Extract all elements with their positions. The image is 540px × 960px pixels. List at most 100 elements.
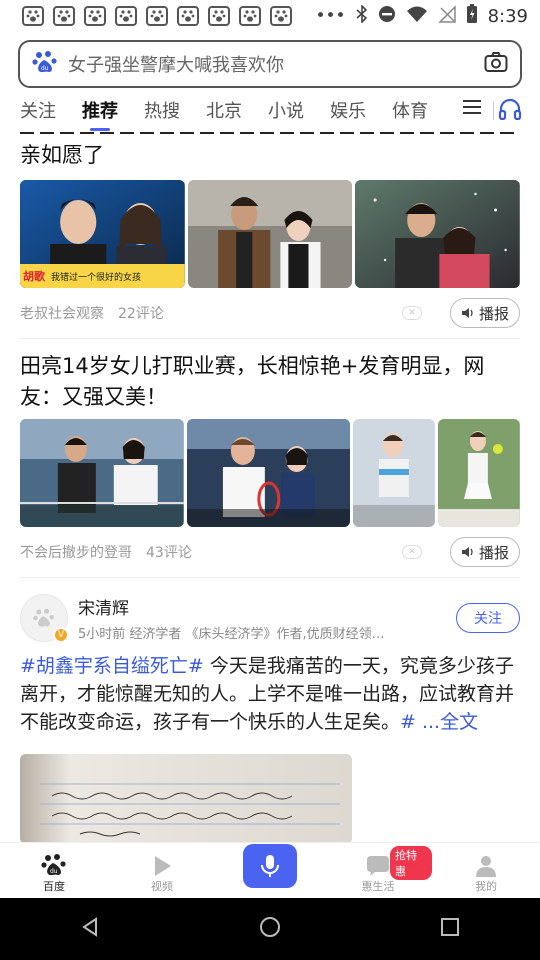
feed-item-title[interactable]: 亲如愿了 — [0, 132, 540, 178]
svg-text:du: du — [41, 65, 49, 72]
dislike-close-icon[interactable]: ✕ — [401, 545, 422, 559]
status-bar: ••• 8:39 — [0, 0, 540, 32]
post-author: V 宋清辉 5小时前 经济学者 《床头经济学》作者,优质财经领… 关注 — [0, 578, 540, 644]
camera-icon[interactable] — [484, 51, 508, 77]
battery-icon — [466, 3, 478, 29]
tab-entertainment[interactable]: 娱乐 — [330, 97, 366, 123]
speaker-icon — [461, 308, 473, 318]
chat-bubble-icon — [367, 856, 389, 876]
tab-hot-search[interactable]: 热搜 — [144, 97, 180, 123]
search-input[interactable]: du 女子强坐警摩大喊我喜欢你 — [18, 40, 522, 88]
microphone-icon — [261, 855, 279, 877]
nav-video[interactable]: 视频 — [108, 843, 216, 898]
voice-search-button[interactable] — [243, 844, 297, 888]
svg-text:du: du — [50, 868, 58, 875]
no-signal-icon — [437, 4, 456, 28]
baidu-paw-icon — [33, 608, 54, 627]
broadcast-button[interactable]: 播报 — [449, 537, 520, 567]
tab-divider — [493, 102, 494, 120]
baidu-notification-icon — [84, 6, 106, 26]
tab-sports[interactable]: 体育 — [392, 97, 428, 123]
baidu-notification-icon — [53, 6, 75, 26]
baidu-notification-icon — [239, 6, 261, 26]
nav-voice-search[interactable] — [216, 843, 324, 898]
tab-beijing[interactable]: 北京 — [206, 97, 242, 123]
full-text-link[interactable]: # ...全文 — [400, 711, 478, 733]
baidu-notification-icon — [115, 6, 137, 26]
menu-icon[interactable] — [462, 98, 482, 120]
nav-label: 惠生活 — [361, 880, 395, 893]
back-icon[interactable] — [79, 916, 101, 942]
do-not-disturb-icon — [378, 5, 396, 28]
tab-recommend[interactable]: 推荐 — [82, 97, 118, 131]
feed-image[interactable] — [355, 180, 521, 288]
tab-follow[interactable]: 关注 — [20, 97, 56, 123]
nav-label: 视频 — [151, 880, 173, 893]
nav-life[interactable]: 抢特惠 惠生活 — [324, 843, 432, 898]
wifi-icon — [406, 5, 428, 28]
avatar[interactable]: V — [20, 594, 69, 643]
caption-name: 胡歌 — [23, 270, 45, 283]
tab-novel[interactable]: 小说 — [268, 97, 304, 123]
feed-item-title-text: 亲如愿了 — [20, 143, 104, 167]
author-name[interactable]: 宋清辉 — [78, 594, 456, 619]
bottom-nav: du 百度 视频 抢特惠 惠生活 我的 — [0, 842, 540, 898]
baidu-logo-icon: du — [32, 49, 58, 79]
post-body[interactable]: #胡鑫宇系自缢死亡# 今天是我痛苦的一天，究竟多少孩子离开，才能惊醒无知的人。上… — [0, 644, 540, 736]
feed-image[interactable] — [187, 180, 353, 288]
comment-count[interactable]: 22评论 — [118, 303, 164, 323]
nav-label: 百度 — [43, 880, 65, 893]
feed-image[interactable] — [353, 419, 436, 527]
source-name[interactable]: 不会后撤步的登哥 — [20, 542, 132, 562]
feed-item-images[interactable] — [0, 419, 540, 527]
feed-item-title[interactable]: 田亮14岁女儿打职业赛，长相惊艳+发育明显，网友：又强又美！ — [0, 339, 540, 419]
feed-item[interactable]: 田亮14岁女儿打职业赛，长相惊艳+发育明显，网友：又强又美！ 不会后撤步的登哥 … — [0, 339, 540, 577]
feed-image[interactable] — [186, 419, 351, 527]
source-name[interactable]: 老叔社会观察 — [20, 303, 104, 323]
baidu-logo-icon: du — [41, 854, 66, 876]
feed-image[interactable]: 胡歌 我错过一个很好的女孩 — [20, 180, 185, 288]
feed-item[interactable]: 亲如愿了 胡歌 我错过一个很好的女孩 老叔社会观察 22评论 ✕ 播报 — [0, 132, 540, 338]
channel-tabs: 关注 推荐 热搜 北京 小说 娱乐 体育 — [0, 88, 540, 132]
bluetooth-icon — [356, 3, 368, 28]
caption-text: 我错过一个很好的女孩 — [51, 272, 142, 283]
nav-me[interactable]: 我的 — [432, 843, 540, 898]
author-meta: 5小时前 经济学者 《床头经济学》作者,优质财经领… — [78, 627, 385, 642]
home-icon[interactable] — [259, 916, 281, 942]
news-feed[interactable]: 亲如愿了 胡歌 我错过一个很好的女孩 老叔社会观察 22评论 ✕ 播报 田亮14… — [0, 132, 540, 842]
baidu-notification-icon — [177, 6, 199, 26]
headphones-icon[interactable] — [498, 98, 522, 124]
person-icon — [476, 856, 496, 877]
search-placeholder: 女子强坐警摩大喊我喜欢你 — [68, 55, 284, 76]
system-navigation-bar — [0, 898, 540, 960]
feed-item-images[interactable]: 胡歌 我错过一个很好的女孩 — [0, 180, 540, 288]
more-notifications-icon: ••• — [315, 6, 346, 26]
dislike-close-icon[interactable]: ✕ — [401, 306, 422, 320]
feed-item-meta: 不会后撤步的登哥 43评论 ✕ 播报 — [0, 527, 540, 577]
video-play-icon — [155, 856, 171, 876]
feed-item-meta: 老叔社会观察 22评论 ✕ 播报 — [0, 288, 540, 338]
speaker-icon — [461, 547, 473, 557]
promo-badge: 抢特惠 — [390, 846, 432, 880]
recents-icon[interactable] — [439, 916, 461, 942]
baidu-notification-icon — [270, 6, 292, 26]
baidu-notification-icon — [208, 6, 230, 26]
hashtag-link[interactable]: #胡鑫宇系自缢死亡# — [20, 655, 204, 677]
follow-button[interactable]: 关注 — [456, 603, 520, 633]
baidu-notification-icon — [22, 6, 44, 26]
image-caption: 胡歌 我错过一个很好的女孩 — [20, 268, 185, 284]
broadcast-button[interactable]: 播报 — [449, 298, 520, 328]
notification-icons — [22, 6, 292, 26]
feed-image[interactable] — [438, 419, 520, 527]
nav-baidu[interactable]: du 百度 — [0, 843, 108, 898]
feed-image[interactable] — [20, 419, 184, 527]
verified-badge-icon: V — [53, 627, 69, 643]
clock: 8:39 — [487, 5, 528, 27]
nav-label: 我的 — [475, 880, 497, 893]
comment-count[interactable]: 43评论 — [146, 542, 192, 562]
broadcast-label: 播报 — [478, 304, 509, 323]
baidu-notification-icon — [146, 6, 168, 26]
feed-post[interactable]: V 宋清辉 5小时前 经济学者 《床头经济学》作者,优质财经领… 关注 #胡鑫宇… — [0, 578, 540, 842]
cut-title-line — [20, 132, 520, 134]
post-image[interactable] — [20, 754, 352, 842]
